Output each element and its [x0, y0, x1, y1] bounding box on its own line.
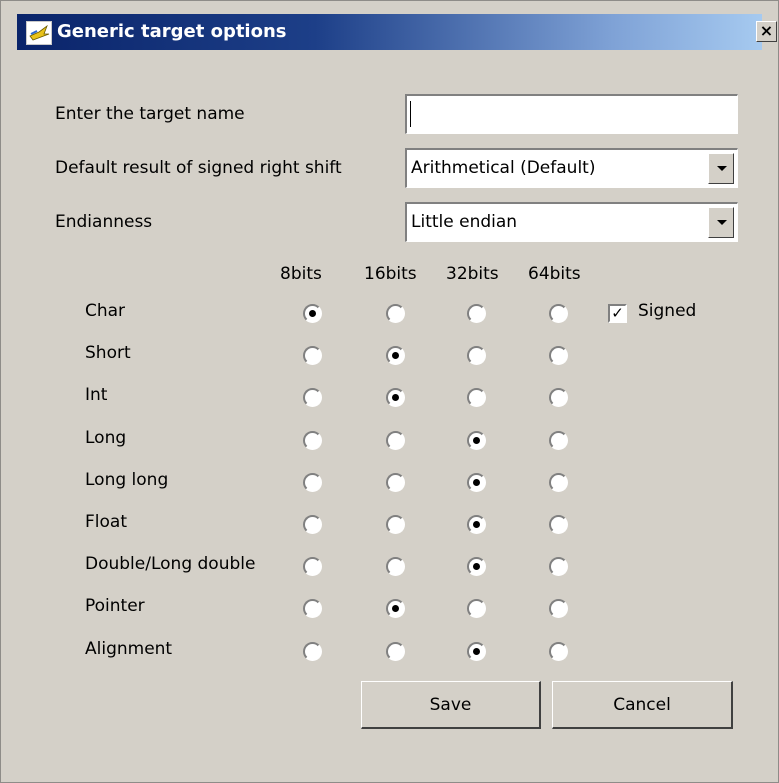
radio-64bits[interactable] [549, 304, 568, 323]
radio-16bits[interactable] [386, 599, 405, 618]
radio-32bits[interactable] [467, 642, 486, 661]
target-name-label: Enter the target name [55, 104, 245, 124]
checkmark-icon: ✓ [611, 304, 624, 322]
title-bar: Generic target options [17, 14, 762, 50]
column-header-16bits: 16bits [364, 264, 417, 284]
endianness-select[interactable]: Little endian [405, 202, 738, 242]
cancel-button[interactable]: Cancel [552, 681, 733, 729]
radio-8bits[interactable] [303, 346, 322, 365]
row-label: Alignment [85, 639, 173, 659]
column-header-32bits: 32bits [446, 264, 499, 284]
radio-32bits[interactable] [467, 515, 486, 534]
shift-label: Default result of signed right shift [55, 158, 342, 178]
column-header-8bits: 8bits [280, 264, 322, 284]
row-label: Char [85, 301, 126, 321]
radio-64bits[interactable] [549, 557, 568, 576]
text-caret [410, 101, 411, 127]
radio-64bits[interactable] [549, 599, 568, 618]
row-label: Double/Long double [85, 554, 256, 574]
radio-16bits[interactable] [386, 473, 405, 492]
radio-32bits[interactable] [467, 473, 486, 492]
radio-32bits[interactable] [467, 304, 486, 323]
radio-8bits[interactable] [303, 557, 322, 576]
radio-32bits[interactable] [467, 557, 486, 576]
endianness-label: Endianness [55, 212, 153, 232]
close-icon: × [759, 21, 774, 40]
radio-32bits[interactable] [467, 431, 486, 450]
radio-16bits[interactable] [386, 388, 405, 407]
save-button[interactable]: Save [361, 681, 541, 729]
app-icon [26, 21, 52, 45]
radio-16bits[interactable] [386, 557, 405, 576]
radio-8bits[interactable] [303, 431, 322, 450]
radio-16bits[interactable] [386, 304, 405, 323]
radio-16bits[interactable] [386, 346, 405, 365]
radio-8bits[interactable] [303, 642, 322, 661]
radio-32bits[interactable] [467, 346, 486, 365]
signed-checkbox[interactable]: ✓ [608, 304, 627, 323]
radio-8bits[interactable] [303, 473, 322, 492]
radio-8bits[interactable] [303, 388, 322, 407]
radio-32bits[interactable] [467, 599, 486, 618]
row-label: Long long [85, 470, 169, 490]
column-header-64bits: 64bits [528, 264, 581, 284]
radio-64bits[interactable] [549, 473, 568, 492]
radio-8bits[interactable] [303, 599, 322, 618]
radio-8bits[interactable] [303, 304, 322, 323]
radio-8bits[interactable] [303, 515, 322, 534]
row-label: Short [85, 343, 131, 363]
radio-16bits[interactable] [386, 515, 405, 534]
shift-select-value: Arithmetical (Default) [411, 158, 596, 178]
row-label: Int [85, 385, 108, 405]
endianness-select-value: Little endian [411, 212, 518, 232]
radio-64bits[interactable] [549, 388, 568, 407]
radio-16bits[interactable] [386, 642, 405, 661]
row-label: Long [85, 428, 127, 448]
radio-64bits[interactable] [549, 642, 568, 661]
chevron-down-icon[interactable] [708, 207, 734, 238]
shift-select[interactable]: Arithmetical (Default) [405, 148, 738, 188]
signed-label: Signed [638, 301, 697, 321]
target-name-input[interactable] [405, 94, 738, 134]
chevron-down-icon[interactable] [708, 153, 734, 184]
radio-32bits[interactable] [467, 388, 486, 407]
row-label: Float [85, 512, 127, 532]
radio-16bits[interactable] [386, 431, 405, 450]
row-label: Pointer [85, 596, 145, 616]
radio-64bits[interactable] [549, 431, 568, 450]
close-button[interactable]: × [756, 21, 777, 42]
radio-64bits[interactable] [549, 346, 568, 365]
dialog-title: Generic target options [57, 21, 287, 42]
radio-64bits[interactable] [549, 515, 568, 534]
